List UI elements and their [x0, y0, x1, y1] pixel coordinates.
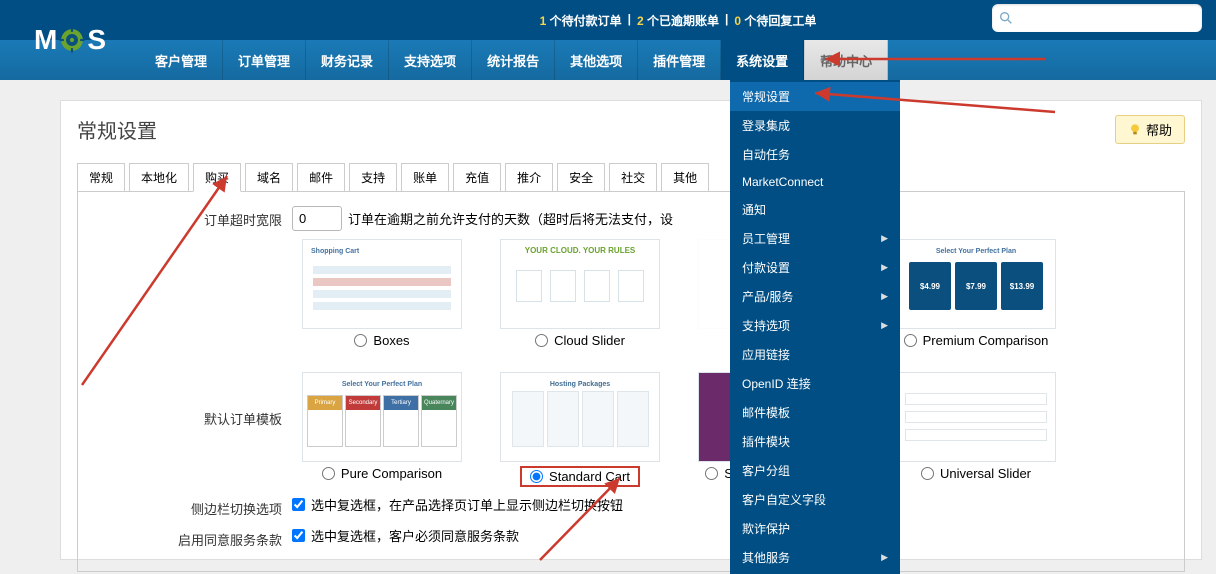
chevron-right-icon: ▶: [881, 552, 888, 563]
dd-signin-integrations[interactable]: 登录集成: [730, 111, 900, 140]
tos-checkbox[interactable]: [292, 529, 305, 542]
chevron-right-icon: ▶: [881, 262, 888, 273]
overdue-count: 2: [637, 14, 644, 28]
search-input[interactable]: [1020, 11, 1196, 26]
dd-support[interactable]: 支持选项▶: [730, 311, 900, 340]
template-cloud-slider[interactable]: YOUR CLOUD. YOUR RULES Cloud Slider: [500, 239, 660, 348]
sidebar-toggle-checkbox[interactable]: [292, 498, 305, 511]
tab-mail[interactable]: 邮件: [297, 163, 345, 192]
nav-reports[interactable]: 统计报告: [472, 40, 555, 80]
chevron-right-icon: ▶: [881, 320, 888, 331]
tos-desc: 选中复选框，客户必须同意服务条款: [311, 526, 519, 545]
dd-app-links[interactable]: 应用链接: [730, 340, 900, 369]
dd-notifications[interactable]: 通知: [730, 195, 900, 224]
dd-general-settings[interactable]: 常规设置: [730, 82, 900, 111]
tos-label: 启用同意服务条款: [92, 526, 282, 549]
setup-dropdown: 常规设置 登录集成 自动任务 MarketConnect 通知 员工管理▶ 付款…: [730, 80, 900, 574]
settings-tabs: 常规 本地化 购买 域名 邮件 支持 账单 充值 推介 安全 社交 其他: [77, 162, 1185, 192]
tab-support[interactable]: 支持: [349, 163, 397, 192]
tab-localisation[interactable]: 本地化: [129, 163, 189, 192]
tab-other[interactable]: 其他: [661, 163, 709, 192]
nav-support[interactable]: 支持选项: [389, 40, 472, 80]
radio-supreme[interactable]: [705, 467, 718, 480]
nav-help[interactable]: 帮助中心: [804, 40, 888, 80]
dd-client-groups[interactable]: 客户分组: [730, 456, 900, 485]
default-template-label: 默认订单模板: [92, 299, 282, 428]
page-title: 常规设置: [77, 115, 1185, 144]
tab-ordering[interactable]: 购买: [193, 163, 241, 192]
dd-addon-modules[interactable]: 插件模块: [730, 427, 900, 456]
dd-automation[interactable]: 自动任务: [730, 140, 900, 169]
tab-social[interactable]: 社交: [609, 163, 657, 192]
nav-orders[interactable]: 订单管理: [223, 40, 306, 80]
tab-invoices[interactable]: 账单: [401, 163, 449, 192]
gear-icon: [59, 27, 85, 53]
logo: M S: [0, 0, 140, 80]
tab-general[interactable]: 常规: [77, 163, 125, 192]
template-standard-cart[interactable]: Hosting Packages Standard Cart: [500, 372, 660, 487]
tab-affiliates[interactable]: 推介: [505, 163, 553, 192]
tab-domains[interactable]: 域名: [245, 163, 293, 192]
dd-other[interactable]: 其他服务▶: [730, 543, 900, 572]
dd-email-templates[interactable]: 邮件模板: [730, 398, 900, 427]
dd-openid[interactable]: OpenID 连接: [730, 369, 900, 398]
pending-payment-count: 1: [540, 14, 547, 28]
nav-customers[interactable]: 客户管理: [140, 40, 223, 80]
dd-fraud[interactable]: 欺诈保护: [730, 514, 900, 543]
dd-products[interactable]: 产品/服务▶: [730, 282, 900, 311]
dd-marketconnect[interactable]: MarketConnect: [730, 169, 900, 195]
radio-cloud[interactable]: [535, 334, 548, 347]
order-grace-desc: 订单在逾期之前允许支付的天数（超时后将无法支付，设: [348, 209, 673, 228]
template-premium-comparison[interactable]: Select Your Perfect Plan $4.99 $7.99 $13…: [896, 239, 1056, 348]
radio-universal[interactable]: [921, 467, 934, 480]
dd-custom-fields[interactable]: 客户自定义字段: [730, 485, 900, 514]
page-content: 常规设置 帮助 常规 本地化 购买 域名 邮件 支持 账单 充值 推介 安全 社…: [60, 100, 1202, 560]
sidebar-toggle-desc: 选中复选框，在产品选择页订单上显示侧边栏切换按钮: [311, 495, 623, 514]
template-boxes[interactable]: Shopping Cart Boxes: [302, 239, 462, 348]
bulb-icon: [1128, 123, 1142, 137]
search-box[interactable]: [992, 4, 1202, 32]
main-nav: 客户管理 订单管理 财务记录 支持选项 统计报告 其他选项 插件管理 系统设置 …: [0, 40, 1216, 80]
radio-standard[interactable]: [530, 470, 543, 483]
chevron-right-icon: ▶: [881, 291, 888, 302]
tab-credit[interactable]: 充值: [453, 163, 501, 192]
nav-addons[interactable]: 插件管理: [638, 40, 721, 80]
search-icon: [998, 10, 1014, 26]
nav-billing[interactable]: 财务记录: [306, 40, 389, 80]
nav-setup[interactable]: 系统设置: [721, 40, 804, 80]
sidebar-toggle-label: 侧边栏切换选项: [92, 495, 282, 518]
help-button[interactable]: 帮助: [1115, 115, 1185, 144]
chevron-right-icon: ▶: [881, 233, 888, 244]
pending-ticket-count: 0: [734, 14, 741, 28]
radio-pure[interactable]: [322, 467, 335, 480]
template-pure-comparison[interactable]: Select Your Perfect Plan Primary Seconda…: [302, 372, 462, 487]
order-grace-label: 订单超时宽限: [92, 206, 282, 229]
tab-panel-ordering: 订单超时宽限 订单在逾期之前允许支付的天数（超时后将无法支付，设 默认订单模板 …: [77, 192, 1185, 572]
radio-boxes[interactable]: [354, 334, 367, 347]
template-universal-slider[interactable]: Universal Slider: [896, 372, 1056, 487]
dd-staff[interactable]: 员工管理▶: [730, 224, 900, 253]
tab-security[interactable]: 安全: [557, 163, 605, 192]
nav-utilities[interactable]: 其他选项: [555, 40, 638, 80]
order-grace-input[interactable]: [292, 206, 342, 231]
top-bar: 1 个待付款订单 | 2 个已逾期账单 | 0 个待回复工单: [0, 0, 1216, 40]
radio-premium[interactable]: [904, 334, 917, 347]
dd-payments[interactable]: 付款设置▶: [730, 253, 900, 282]
